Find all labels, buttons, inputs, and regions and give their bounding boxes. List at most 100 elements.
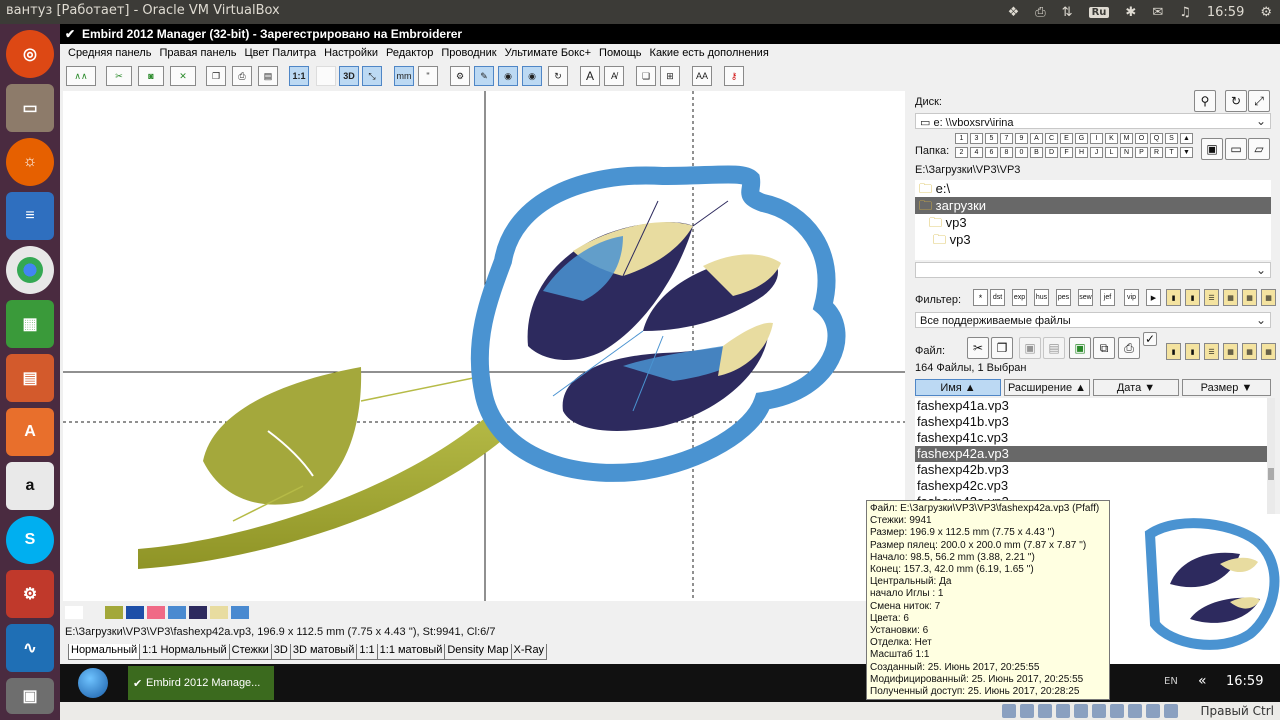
folder-shortcut-button[interactable]: D — [1045, 147, 1058, 158]
column-extension[interactable]: Расширение ▲ — [1004, 379, 1090, 396]
settings-gear-icon[interactable]: ⚙ — [1260, 5, 1272, 20]
grid-view-icon[interactable]: ▦ — [1261, 289, 1276, 306]
zoom-search-icon[interactable]: ⚲ — [1194, 90, 1216, 112]
ubuntu-logo-icon[interactable]: ◎ — [6, 30, 54, 78]
file-row[interactable]: fashexp42c.vp3 — [915, 478, 1267, 494]
folder-shortcut-button[interactable]: K — [1105, 133, 1118, 144]
vbox-hdd-icon[interactable] — [1002, 704, 1016, 718]
filter-hus-button[interactable]: hus — [1034, 289, 1049, 306]
filter-dst-button[interactable]: dst — [990, 289, 1005, 306]
vbox-mouse-icon[interactable] — [1146, 704, 1160, 718]
folder-shortcut-button[interactable]: 9 — [1015, 133, 1028, 144]
new-folder-icon[interactable]: ▣ — [1201, 138, 1223, 160]
grid-view-icon[interactable]: ▦ — [1242, 289, 1257, 306]
copy-file-icon[interactable]: ❐ — [991, 337, 1013, 359]
quote-icon[interactable]: " — [418, 66, 438, 86]
list-view-icon[interactable]: ☰ — [1204, 343, 1219, 360]
grid-tool-icon[interactable]: ✕ — [170, 66, 196, 86]
file-row[interactable]: fashexp42b.vp3 — [915, 462, 1267, 478]
vbox-display-icon[interactable] — [1110, 704, 1124, 718]
system-settings-icon[interactable]: ⚙ — [6, 570, 54, 618]
refresh-icon[interactable]: ↻ — [1225, 90, 1247, 112]
menu-addons[interactable]: Какие есть дополнения — [646, 47, 773, 59]
save-file-icon[interactable]: ▣ — [1069, 337, 1091, 359]
folder-icon[interactable]: ▭ — [1225, 138, 1247, 160]
impress-icon[interactable]: ▤ — [6, 354, 54, 402]
amazon-icon[interactable]: a — [6, 462, 54, 510]
filter-pes-button[interactable]: pes — [1056, 289, 1071, 306]
key-icon[interactable]: ⚷ — [724, 66, 744, 86]
folder-shortcut-button[interactable]: 3 — [970, 133, 983, 144]
tab-3d-matte[interactable]: 3D матовый — [289, 644, 358, 660]
disk-select[interactable]: ▭ e: \\vboxsrv\irina ⌄ — [915, 113, 1271, 129]
folder-shortcut-button[interactable]: O — [1135, 133, 1148, 144]
text-a-button[interactable]: A — [580, 66, 600, 86]
guest-clock[interactable]: 16:59 — [1226, 674, 1263, 689]
text-edit-icon[interactable]: A̸ — [604, 66, 624, 86]
filter-select[interactable]: Все поддерживаемые файлы ⌄ — [915, 312, 1271, 328]
software-center-icon[interactable]: A — [6, 408, 54, 456]
menu-help[interactable]: Помощь — [595, 47, 646, 59]
needle-icon[interactable]: ✎ — [474, 66, 494, 86]
folder-shortcut-button[interactable]: L — [1105, 147, 1118, 158]
select-checkbox[interactable]: ✓ — [1143, 332, 1157, 346]
folder-shortcut-button[interactable]: P — [1135, 147, 1148, 158]
filter-next-icon[interactable]: ▶ — [1146, 289, 1161, 306]
tab-1-1[interactable]: 1:1 — [356, 644, 378, 660]
menu-ultimate-box[interactable]: Ультимате Бокс+ — [501, 47, 595, 59]
menu-middle-panel[interactable]: Средняя панель — [64, 47, 155, 59]
transform-icon[interactable]: ⤡ — [362, 66, 382, 86]
folder-shortcut-button[interactable]: 2 — [955, 147, 968, 158]
export-icon[interactable]: ⧉ — [1093, 337, 1115, 359]
tree-item-vp3[interactable]: 🗀 vp3 — [915, 214, 1271, 231]
scale-1-1-button[interactable]: 1:1 — [289, 66, 309, 86]
eye-alt-icon[interactable]: ◉ — [522, 66, 542, 86]
folder-shortcut-button[interactable]: 1 — [955, 133, 968, 144]
ruler-mm-button[interactable]: mm — [394, 66, 414, 86]
menu-color-palette[interactable]: Цвет Палитра — [241, 47, 321, 59]
menu-right-panel[interactable]: Правая панель — [155, 47, 240, 59]
firefox-icon[interactable]: ☼ — [6, 138, 54, 186]
folder-shortcut-button[interactable]: A — [1030, 133, 1043, 144]
rename-icon[interactable]: ▤ — [1043, 337, 1065, 359]
save-icon[interactable]: ▤ — [258, 66, 278, 86]
tree-item-downloads[interactable]: 🗀 загрузки — [915, 197, 1271, 214]
tab-1-1-matte[interactable]: 1:1 матовый — [376, 644, 446, 660]
tab-density-map[interactable]: Density Map — [444, 644, 512, 660]
vbox-shared-folder-icon[interactable] — [1092, 704, 1106, 718]
file-row-selected[interactable]: fashexp42a.vp3 — [915, 446, 1267, 462]
folder-shortcut-button[interactable]: F — [1060, 147, 1073, 158]
volume-icon[interactable]: ♫ — [1179, 5, 1191, 20]
vbox-capture-icon[interactable] — [1128, 704, 1142, 718]
folder-shortcut-button[interactable]: S — [1165, 133, 1178, 144]
filter-all-button[interactable]: * — [973, 289, 988, 306]
system-monitor-icon[interactable]: ∿ — [6, 624, 54, 672]
folder-shortcut-button[interactable]: 8 — [1000, 147, 1013, 158]
filter-sew-button[interactable]: sew — [1078, 289, 1093, 306]
filter-exp-button[interactable]: exp — [1012, 289, 1027, 306]
menu-editor[interactable]: Редактор — [382, 47, 437, 59]
eye-icon[interactable]: ◉ — [498, 66, 518, 86]
cut-icon[interactable]: ✂ — [967, 337, 989, 359]
folder-shortcut-button[interactable]: J — [1090, 147, 1103, 158]
folder-shortcut-button[interactable]: 4 — [970, 147, 983, 158]
grid-view-icon[interactable]: ▦ — [1242, 343, 1257, 360]
text-aa-button[interactable]: AA — [692, 66, 712, 86]
vbox-audio-icon[interactable] — [1038, 704, 1052, 718]
stitch-wave-icon[interactable]: ∧∧ — [66, 66, 96, 86]
writer-icon[interactable]: ≡ — [6, 192, 54, 240]
list-view-icon[interactable]: ☰ — [1204, 289, 1219, 306]
scroll-down-icon[interactable]: ▼ — [1180, 147, 1193, 158]
pages-icon[interactable]: ❏ — [636, 66, 656, 86]
view-icon[interactable]: ▮ — [1185, 289, 1200, 306]
folder-shortcut-button[interactable]: G — [1075, 133, 1088, 144]
keyboard-layout[interactable]: Ru — [1088, 6, 1110, 18]
vbox-network-icon[interactable] — [1056, 704, 1070, 718]
skype-icon[interactable]: S — [6, 516, 54, 564]
palette-swatch[interactable] — [65, 606, 83, 619]
column-name[interactable]: Имя ▲ — [915, 379, 1001, 396]
filter-vip-button[interactable]: vip — [1124, 289, 1139, 306]
palette-swatch[interactable] — [189, 606, 207, 619]
tab-x-ray[interactable]: X-Ray — [510, 644, 548, 660]
view-icon[interactable]: ▮ — [1166, 289, 1181, 306]
